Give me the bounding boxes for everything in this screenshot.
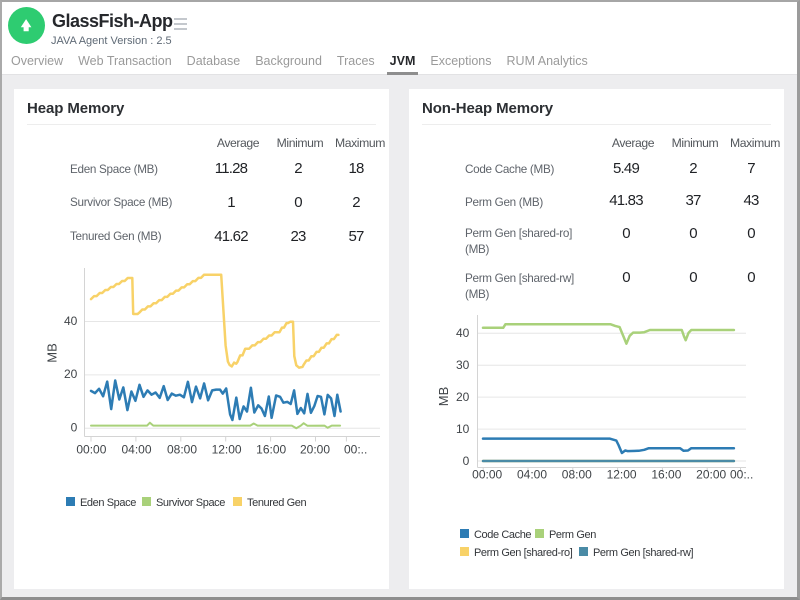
svg-text:08:00: 08:00 — [562, 468, 592, 482]
svg-text:04:00: 04:00 — [121, 443, 151, 457]
svg-text:20:00: 20:00 — [300, 443, 330, 457]
svg-text:12:00: 12:00 — [212, 443, 242, 457]
svg-text:12:00: 12:00 — [607, 468, 637, 482]
svg-text:MB: MB — [436, 387, 451, 407]
svg-text:0: 0 — [463, 454, 470, 468]
svg-text:00:00: 00:00 — [76, 443, 106, 457]
svg-text:08:00: 08:00 — [167, 443, 197, 457]
svg-text:0: 0 — [71, 421, 78, 435]
svg-text:20: 20 — [456, 390, 470, 404]
svg-text:00:00: 00:00 — [472, 468, 502, 482]
svg-text:40: 40 — [64, 314, 78, 328]
svg-text:04:00: 04:00 — [517, 468, 547, 482]
svg-text:10: 10 — [456, 422, 470, 436]
svg-text:20: 20 — [64, 367, 78, 381]
svg-text:16:00: 16:00 — [651, 468, 681, 482]
svg-text:20:00: 20:00 — [696, 468, 726, 482]
svg-text:MB: MB — [45, 343, 60, 363]
svg-text:16:00: 16:00 — [256, 443, 286, 457]
svg-text:40: 40 — [456, 326, 470, 340]
svg-text:00:..: 00:.. — [730, 468, 753, 482]
svg-text:00:..: 00:.. — [344, 443, 367, 457]
svg-text:30: 30 — [456, 358, 470, 372]
